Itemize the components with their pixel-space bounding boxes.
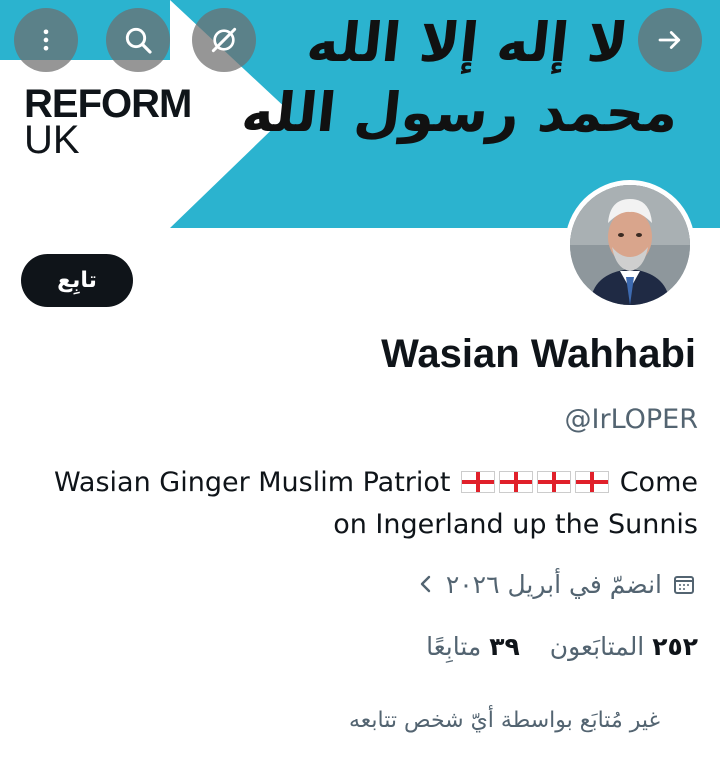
arrow-right-icon [658, 31, 681, 49]
england-flag-icon [461, 471, 496, 493]
calligraphy-line-2: محمد رسول الله [238, 81, 682, 144]
followers-label: المتابَعون [549, 632, 645, 661]
grok-icon [211, 27, 237, 53]
bio-text-1: Wasian Ginger Muslim Patriot [53, 467, 451, 498]
calendar-icon [674, 576, 694, 594]
search-icon [125, 27, 152, 54]
england-flag-icon [499, 471, 534, 493]
grok-button[interactable] [192, 8, 256, 72]
user-handle: @IrLOPER [564, 404, 699, 435]
chevron-left-icon [420, 575, 431, 593]
more-options-button[interactable] [14, 8, 78, 72]
follow-stats: ٢٥٢ المتابَعون ٣٩ متابِعًا [426, 632, 698, 661]
avatar-photo [570, 185, 690, 305]
logo-line-2: UK [24, 118, 80, 162]
logo-line-1: REFORM [24, 82, 192, 126]
joined-date: انضمّ في أبريل ٢٠٢٦ [445, 569, 662, 599]
display-name: Wasian Wahhabi [381, 332, 696, 376]
search-button[interactable] [106, 8, 170, 72]
following-label: متابِعًا [426, 632, 482, 661]
calligraphy-line-1: لا إله إلا الله [303, 11, 631, 74]
england-flag-icon [575, 471, 610, 493]
profile-bio: Wasian Ginger Muslim Patriot Come on Ing… [28, 462, 698, 546]
following-stat[interactable]: ٣٩ متابِعًا [426, 632, 520, 661]
joined-date-row[interactable]: انضمّ في أبريل ٢٠٢٦ [416, 566, 696, 602]
followers-count: ٢٥٢ [652, 632, 698, 661]
follow-button[interactable]: تابِع [21, 254, 133, 307]
avatar[interactable] [570, 185, 690, 305]
not-followed-notice: غير مُتابَع بواسطة أيّ شخص تتابعه [349, 708, 660, 733]
followers-stat[interactable]: ٢٥٢ المتابَعون [550, 632, 698, 661]
following-count: ٣٩ [489, 632, 520, 661]
forward-button[interactable] [638, 8, 702, 72]
reform-uk-logo: REFORM UK [24, 82, 192, 162]
more-vertical-icon [43, 29, 49, 51]
profile-avatar-border[interactable] [565, 180, 695, 310]
england-flag-icon [537, 471, 572, 493]
